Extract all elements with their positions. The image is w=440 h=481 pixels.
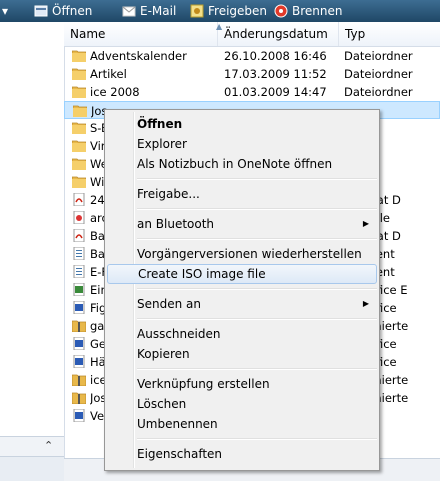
context-menu: Öffnen Explorer Als Notizbuch in OneNote ö… (104, 109, 380, 471)
file-date: 26.10.2008 16:46 (224, 49, 327, 63)
command-toolbar: ▾ Öffnen E-Mail Freigeben Brennen (0, 0, 440, 22)
word-icon (72, 408, 86, 423)
navigation-pane[interactable]: ⌃ (0, 22, 65, 481)
toolbar-open-button[interactable]: Öffnen (34, 0, 92, 22)
menu-item-vorgängerversionen-wiederherstellen[interactable]: Vorgängerversionen wiederherstellen (107, 244, 377, 264)
audio-icon (72, 210, 86, 225)
folder-icon (72, 104, 88, 118)
file-date: 01.03.2009 14:47 (224, 85, 327, 99)
share-icon (190, 3, 204, 18)
menu-item-label: Verknüpfung erstellen (137, 377, 270, 391)
menu-item-eigenschaften[interactable]: Eigenschaften (107, 444, 377, 464)
menu-separator (137, 288, 377, 290)
folder-icon (71, 67, 87, 81)
file-date: 17.03.2009 11:52 (224, 67, 327, 81)
open-icon (34, 3, 48, 17)
menu-item-als-notizbuch-in-onenote-öffnen[interactable]: Als Notizbuch in OneNote öffnen (107, 154, 377, 174)
menu-separator (137, 438, 377, 440)
menu-separator (137, 368, 377, 370)
zip-icon (71, 373, 87, 387)
file-name: ice 2008 (90, 85, 140, 99)
menu-item-create-iso-image-file[interactable]: Create ISO image file (107, 264, 377, 284)
menu-item-ausschneiden[interactable]: Ausschneiden (107, 324, 377, 344)
folder-icon (71, 121, 87, 135)
menu-item-label: Vorgängerversionen wiederherstellen (137, 247, 362, 261)
menu-separator (137, 178, 377, 180)
menu-item-verknüpfung-erstellen[interactable]: Verknüpfung erstellen (107, 374, 377, 394)
submenu-arrow-icon: ▶ (362, 219, 369, 228)
menu-item-label: Als Notizbuch in OneNote öffnen (137, 157, 333, 171)
folder-icon (71, 175, 87, 189)
menu-item-label: Explorer (137, 137, 187, 151)
zip-icon (71, 391, 87, 405)
file-row[interactable]: Adventskalender 26.10.2008 16:46 Dateiordn… (64, 47, 440, 65)
folder-icon (71, 49, 87, 63)
menu-item-freigabe[interactable]: Freigabe... (107, 184, 377, 204)
menu-item-label: Umbenennen (137, 417, 218, 431)
file-row[interactable]: Artikel 17.03.2009 11:52 Dateiordner (64, 65, 440, 83)
menu-item-label: Create ISO image file (138, 267, 266, 281)
menu-item-label: Öffnen (137, 117, 183, 131)
dropdown-arrow-icon: ▾ (2, 4, 9, 18)
folder-icon (71, 85, 87, 99)
word-icon (72, 354, 86, 369)
column-header-bar: Name ▲ Änderungsdatum Typ (64, 22, 440, 47)
burn-icon (274, 3, 288, 18)
menu-separator (137, 238, 377, 240)
menu-separator (137, 208, 377, 210)
toolbar-burn-button[interactable]: Brennen (274, 0, 342, 22)
menu-item-an-bluetooth[interactable]: an Bluetooth ▶ (107, 214, 377, 234)
toolbar-share-button[interactable]: Freigeben (190, 0, 267, 22)
file-type: Dateiordner (344, 49, 413, 63)
word-icon (72, 336, 86, 351)
menu-item-umbenennen[interactable]: Umbenennen (107, 414, 377, 434)
menu-item-label: Ausschneiden (137, 327, 221, 341)
menu-item-löschen[interactable]: Löschen (107, 394, 377, 414)
folder-icon (71, 139, 87, 153)
pdf-icon (72, 228, 86, 243)
submenu-arrow-icon: ▶ (362, 299, 369, 308)
menu-separator (137, 318, 377, 320)
zip-icon (71, 319, 87, 333)
menu-item-label: an Bluetooth (137, 217, 215, 231)
excel-icon (72, 282, 86, 297)
menu-item-kopieren[interactable]: Kopieren (107, 344, 377, 364)
file-type: Dateiordner (344, 85, 413, 99)
email-icon (122, 3, 136, 17)
word-icon (72, 300, 86, 315)
menu-item-öffnen[interactable]: Öffnen (107, 114, 377, 134)
toolbar-email-button[interactable]: E-Mail (122, 0, 176, 22)
column-header-date[interactable]: Änderungsdatum (218, 22, 339, 46)
document-icon (72, 264, 86, 279)
column-header-name[interactable]: Name (64, 22, 218, 46)
organize-dropdown[interactable]: ▾ (2, 0, 8, 22)
file-row[interactable]: ice 2008 01.03.2009 14:47 Dateiordner (64, 83, 440, 101)
navigation-pane-footer: ⌃ (0, 436, 64, 457)
scroll-up-icon[interactable]: ⌃ (44, 439, 53, 452)
menu-item-label: Kopieren (137, 347, 190, 361)
pdf-icon (72, 192, 86, 207)
file-type: Dateiordner (344, 67, 413, 81)
navigation-pane-status (0, 456, 64, 481)
menu-item-senden-an[interactable]: Senden an ▶ (107, 294, 377, 314)
folder-icon (71, 157, 87, 171)
menu-item-label: Senden an (137, 297, 201, 311)
document-icon (72, 246, 86, 261)
menu-item-label: Freigabe... (137, 187, 200, 201)
menu-item-explorer[interactable]: Explorer (107, 134, 377, 154)
menu-item-label: Löschen (137, 397, 187, 411)
file-name: Adventskalender (90, 49, 187, 63)
menu-item-label: Eigenschaften (137, 447, 223, 461)
column-header-type[interactable]: Typ (339, 22, 440, 46)
file-name: Artikel (90, 67, 127, 81)
